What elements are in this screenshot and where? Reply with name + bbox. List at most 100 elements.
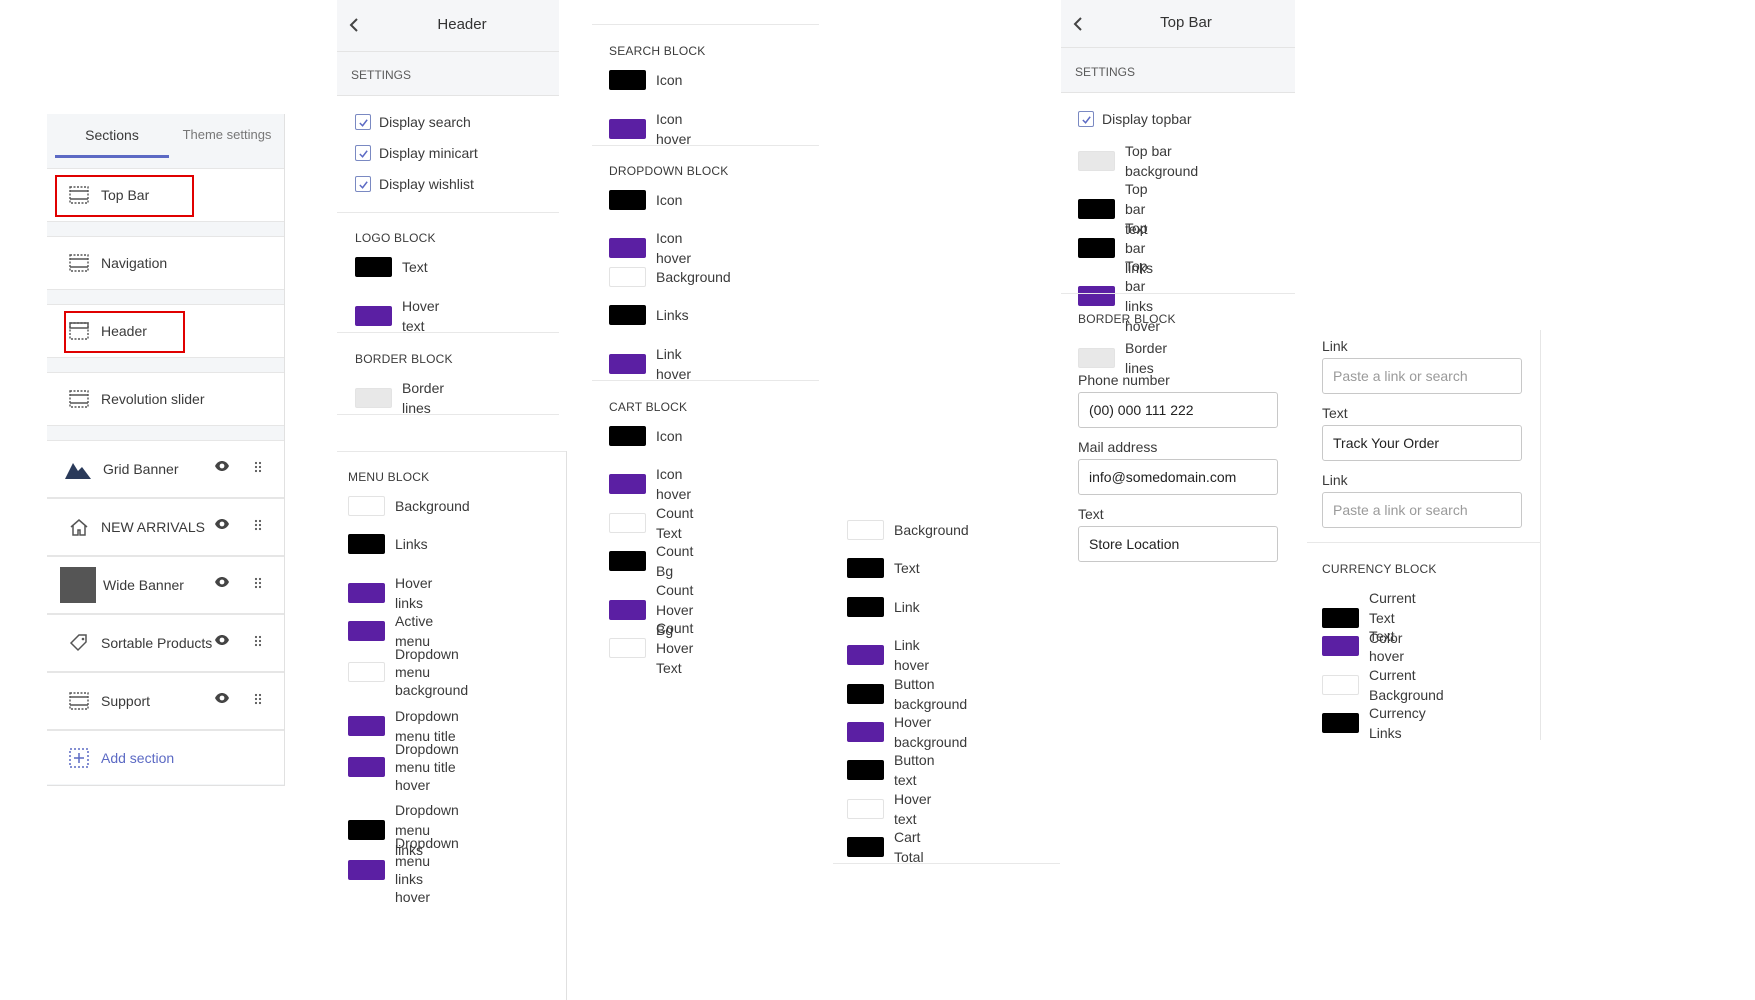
topbar-top-bar-background-row: Top bar background (1078, 141, 1198, 181)
color-swatch[interactable] (609, 305, 646, 326)
color-swatch[interactable] (348, 715, 385, 736)
drag-handle-icon[interactable] (254, 460, 262, 476)
section-item-sortable-products[interactable]: Sortable Products (47, 614, 284, 672)
color-swatch[interactable] (348, 582, 385, 603)
color-swatch[interactable] (348, 860, 385, 881)
drag-handle-icon[interactable] (254, 518, 262, 534)
color-swatch[interactable] (609, 118, 646, 139)
color-swatch[interactable] (609, 638, 646, 658)
checkbox-display-minicart[interactable]: Display minicart (355, 145, 478, 161)
color-swatch[interactable] (1078, 151, 1115, 171)
section-item-support[interactable]: Support (47, 672, 284, 730)
search-icon-row: Icon (609, 70, 682, 90)
search-icon-hover-row: Icon hover (609, 109, 691, 149)
section-item-header[interactable]: Header (47, 304, 284, 358)
color-label: Button text (894, 752, 935, 789)
label-line: Dropdown menu (395, 646, 459, 681)
display-topbar-checkbox[interactable] (1078, 111, 1094, 127)
color-swatch[interactable] (847, 596, 884, 617)
color-swatch[interactable] (348, 756, 385, 777)
section-item-wide-banner[interactable]: Wide Banner (47, 556, 284, 614)
checkbox-display-wishlist[interactable]: Display wishlist (355, 176, 474, 192)
color-swatch[interactable] (348, 534, 385, 555)
currency-currency-links-row: Currency Links (1322, 703, 1426, 743)
cart-extra-cart-total-row: Cart Total (847, 827, 924, 867)
color-swatch[interactable] (355, 305, 392, 326)
currency-block-title: CURRENCY BLOCK (1322, 562, 1437, 576)
color-swatch[interactable] (1078, 237, 1115, 258)
color-swatch[interactable] (609, 353, 646, 374)
eye-icon[interactable] (214, 575, 230, 591)
section-item-navigation[interactable]: Navigation (47, 236, 284, 290)
color-swatch[interactable] (609, 266, 646, 287)
color-swatch[interactable] (355, 388, 392, 408)
color-swatch[interactable] (847, 683, 884, 704)
color-swatch[interactable] (847, 760, 884, 781)
section-item-revolution-slider[interactable]: Revolution slider (47, 372, 284, 426)
section-label: Support (101, 693, 151, 709)
color-swatch[interactable] (609, 70, 646, 90)
text-input-text[interactable]: Track Your Order (1322, 425, 1522, 461)
cart-extra-button-text-row: Button text (847, 750, 934, 790)
settings-label: SETTINGS (337, 52, 559, 96)
section-item-top-bar[interactable]: Top Bar (47, 168, 284, 222)
color-swatch[interactable] (609, 512, 646, 533)
menu-hover-links-row: Hover links (348, 573, 432, 613)
tab-theme-settings[interactable]: Theme settings (169, 114, 285, 158)
color-swatch[interactable] (1322, 608, 1359, 628)
color-label: Background (894, 522, 969, 538)
color-swatch[interactable] (348, 662, 385, 683)
color-swatch[interactable] (1078, 199, 1115, 220)
color-swatch[interactable] (847, 798, 884, 819)
color-swatch[interactable] (609, 190, 646, 210)
color-swatch[interactable] (847, 645, 884, 666)
drag-handle-icon[interactable] (254, 576, 262, 592)
checkbox[interactable] (355, 145, 371, 161)
eye-icon[interactable] (214, 691, 230, 707)
home-icon (67, 515, 91, 539)
display-topbar-label: Display topbar (1102, 111, 1192, 127)
color-swatch[interactable] (1322, 713, 1359, 734)
checkbox[interactable] (355, 176, 371, 192)
color-swatch[interactable] (847, 558, 884, 579)
text-input-text[interactable]: Store Location (1078, 526, 1278, 562)
color-label: Text (894, 560, 920, 577)
text-input-link[interactable]: Paste a link or search (1322, 492, 1522, 528)
color-swatch[interactable] (348, 620, 385, 641)
tab-sections[interactable]: Sections (55, 114, 169, 158)
text-input-phone-number[interactable]: (00) 000 111 222 (1078, 392, 1278, 428)
color-swatch[interactable] (609, 551, 646, 572)
section-item-grid-banner[interactable]: Grid Banner (47, 440, 284, 498)
text-input-mail-address[interactable]: info@somedomain.com (1078, 459, 1278, 495)
topbar-settings-label: SETTINGS (1061, 48, 1295, 93)
color-swatch[interactable] (348, 496, 385, 516)
color-swatch[interactable] (609, 599, 646, 620)
color-swatch[interactable] (1322, 674, 1359, 695)
color-swatch[interactable] (847, 520, 884, 540)
eye-icon[interactable] (214, 633, 230, 649)
checkbox-display-search[interactable]: Display search (355, 114, 471, 130)
cart-icon-hover-row: Icon hover (609, 464, 691, 504)
eye-icon[interactable] (214, 459, 230, 475)
add-section-button[interactable]: Add section (47, 730, 284, 784)
color-swatch[interactable] (1078, 286, 1115, 307)
color-label: Link hover (656, 345, 692, 382)
text-input-link[interactable]: Paste a link or search (1322, 358, 1522, 394)
drag-handle-icon[interactable] (254, 692, 262, 708)
section-item-new-arrivals[interactable]: NEW ARRIVALS (47, 498, 284, 556)
field-label: Link (1322, 338, 1348, 354)
color-label: Icon (656, 192, 683, 208)
color-swatch[interactable] (1322, 636, 1359, 657)
color-swatch[interactable] (847, 722, 884, 742)
color-swatch[interactable] (609, 426, 646, 446)
color-swatch[interactable] (609, 238, 646, 259)
topbar-panel-header: Top Bar (1061, 0, 1295, 48)
eye-icon[interactable] (214, 517, 230, 533)
color-swatch[interactable] (355, 257, 392, 277)
drag-handle-icon[interactable] (254, 634, 262, 650)
color-swatch[interactable] (1078, 348, 1115, 368)
checkbox[interactable] (355, 114, 371, 130)
dropdown-block-title: DROPDOWN BLOCK (609, 164, 729, 178)
color-swatch[interactable] (847, 837, 884, 858)
color-swatch[interactable] (609, 474, 646, 495)
